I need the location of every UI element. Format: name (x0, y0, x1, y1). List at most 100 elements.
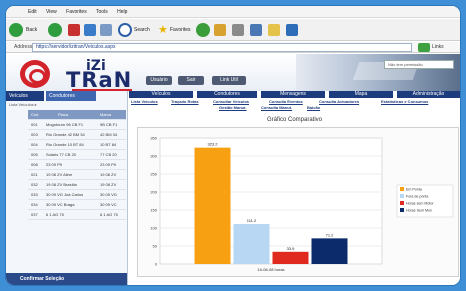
value-label: 33.9 (287, 246, 296, 251)
cell-marca: 19 08 ZV (100, 182, 117, 187)
print-icon[interactable] (232, 24, 244, 36)
col-header-placa: Placa (58, 112, 69, 117)
submenu-balcao[interactable]: Balcão (307, 105, 320, 110)
back-arrow-icon[interactable] (9, 23, 23, 37)
menu-tools[interactable]: Tools (96, 9, 108, 15)
folder-icon[interactable] (268, 24, 280, 36)
menu-view[interactable]: View (46, 9, 57, 15)
cell-marca: 23 09 P9 (100, 162, 117, 167)
tab-veiculos[interactable]: Veículos (6, 91, 44, 101)
home-icon[interactable] (100, 24, 112, 36)
submenu-tracado-rotas[interactable]: Traçado Rotas (171, 99, 199, 104)
legend-swatch (400, 187, 404, 191)
tab-main-veiculos[interactable]: Veículos (129, 91, 193, 98)
cell-cod: 001 (31, 122, 38, 127)
forward-arrow-icon[interactable] (48, 23, 62, 37)
submenu-consultar-veiculos[interactable]: Consultar Veículos (213, 99, 249, 104)
links-button[interactable]: Link Util (212, 76, 246, 85)
table-row[interactable]: 021 19 08 ZV Além 19 08 ZV (28, 170, 126, 180)
table-row[interactable]: 005 Solaris 77 CB 20 77 CB 20 (28, 150, 126, 160)
history-icon[interactable] (196, 23, 210, 37)
cell-placa: Rio Grande 42 BM 34 (46, 132, 85, 137)
vehicle-table: Cód Placa Marca 001 Mogotourn 96 CB F1 9B … (28, 110, 126, 220)
edit-icon[interactable] (250, 24, 262, 36)
confirm-selection-button[interactable]: Confirmar Seleção (6, 273, 127, 285)
favorites-button[interactable]: Favorites (170, 23, 191, 37)
menu-favorites[interactable]: Favorites (66, 9, 87, 15)
address-label: Address (14, 44, 33, 50)
value-label: 111.2 (247, 218, 257, 223)
submenu-consulta-actuadores[interactable]: Consulta Actuadores (319, 99, 359, 104)
y-tick-label: 100 (150, 226, 157, 231)
tab-main-administracao[interactable]: Administração (397, 91, 460, 98)
mail-icon[interactable] (214, 24, 226, 36)
legend: Em Ponta Fora de ponta Horas sem Motor Hora… (396, 184, 454, 218)
chart-area: 0 50 100 150 200 250 300 350 323.2 111.2 33.9 71.2… (137, 127, 459, 277)
refresh-icon[interactable] (84, 24, 96, 36)
search-button[interactable]: Search (134, 23, 150, 37)
table-row[interactable]: 008 23 09 P9 23 09 P9 (28, 160, 126, 170)
tab-main-condutores[interactable]: Condutores (197, 91, 257, 98)
search-icon[interactable] (118, 23, 132, 37)
table-header: Cód Placa Marca (28, 110, 126, 120)
legend-label: Horas sem Motor (406, 202, 434, 206)
logo-icon (20, 60, 50, 88)
cell-marca: 9B CB F1 (100, 122, 118, 127)
cell-placa: 19 08 ZV Além (46, 172, 73, 177)
table-row[interactable]: 034 30 09 VC Braga 30 09 VC (28, 200, 126, 210)
cell-marca: 30 09 VG (100, 192, 117, 197)
logout-button[interactable]: Sair (178, 76, 204, 85)
table-row[interactable]: 033 30 09 VG Joá Carlos 30 09 VG (28, 190, 126, 200)
cell-cod: 004 (31, 142, 38, 147)
cell-marca: 42 BM 34 (100, 132, 118, 137)
table-row[interactable]: 037 6 1 AG 75 6 1 AG 75 (28, 210, 126, 220)
y-tick-label: 0 (155, 262, 158, 267)
cell-placa: Mogotourn 96 CB F1 (46, 122, 84, 127)
tab-main-mensagens[interactable]: Mensagens (261, 91, 325, 98)
tab-main-mapa[interactable]: Mapa (329, 91, 393, 98)
col-header-cod: Cód (31, 112, 39, 117)
cell-placa: 19 08 ZV Brasília (46, 182, 77, 187)
cell-cod: 021 (31, 172, 38, 177)
table-row[interactable]: 003 Rio Grande 42 BM 34 42 BM 34 (28, 130, 126, 140)
cell-marca: 6 1 AG 75 (100, 212, 118, 217)
url-input[interactable]: https://servidor/izitran/Veiculos.aspx (32, 43, 412, 52)
cell-cod: 037 (31, 212, 38, 217)
go-icon[interactable] (418, 43, 430, 52)
submenu-consulta-eventos[interactable]: Consulta Eventos (269, 99, 303, 104)
table-row[interactable]: 001 Mogotourn 96 CB F1 9B CB F1 (28, 120, 126, 130)
x-category-label: 16-08-08 horas (257, 267, 284, 272)
table-row[interactable]: 004 Rio Grande 10 BT 84 10 BT 84 (28, 140, 126, 150)
star-icon[interactable]: ★ (158, 23, 168, 37)
value-label: 323.2 (207, 142, 218, 147)
y-tick-label: 200 (150, 190, 157, 195)
cell-placa: 23 09 P9 (46, 162, 63, 167)
submenu-gestao-manut[interactable]: Gestão Manut. (219, 105, 247, 110)
cell-marca: 19 08 ZV (100, 172, 117, 177)
submenu-lista-veiculos[interactable]: Lista Veículos (131, 99, 158, 104)
legend-swatch (400, 201, 404, 205)
menu-edit[interactable]: Edit (28, 9, 37, 15)
cell-cod: 033 (31, 192, 38, 197)
back-button[interactable]: Back (26, 23, 37, 37)
cell-cod: 008 (31, 162, 38, 167)
stop-icon[interactable] (68, 24, 80, 36)
cell-placa: Solaris 77 CB 20 (46, 152, 77, 157)
links-label[interactable]: Links (432, 42, 444, 53)
y-tick-label: 300 (150, 154, 157, 159)
bar (311, 238, 348, 264)
submenu-estatisticas[interactable]: Estatísticas e Consumos (381, 99, 428, 104)
tab-condutores[interactable]: Condutores (46, 91, 96, 101)
chart-title: Gráfico Comparativo (266, 117, 323, 123)
menu-help[interactable]: Help (117, 9, 127, 15)
plot-area (159, 137, 383, 265)
legend-label: Horas Sem Mov. (406, 209, 433, 213)
table-row[interactable]: 032 19 08 ZV Brasília 19 08 ZV (28, 180, 126, 190)
legend-swatch (400, 194, 404, 198)
cell-cod: 034 (31, 202, 38, 207)
user-button[interactable]: Usuário (146, 76, 172, 85)
submenu-consulta-manut[interactable]: Consulta Manut. (261, 105, 292, 110)
bar-chart: 0 50 100 150 200 250 300 350 323.2 111.2 33.9 71.2… (150, 136, 454, 272)
messenger-icon[interactable] (286, 24, 298, 36)
header-search-input[interactable]: Não tem permissão (384, 60, 454, 69)
